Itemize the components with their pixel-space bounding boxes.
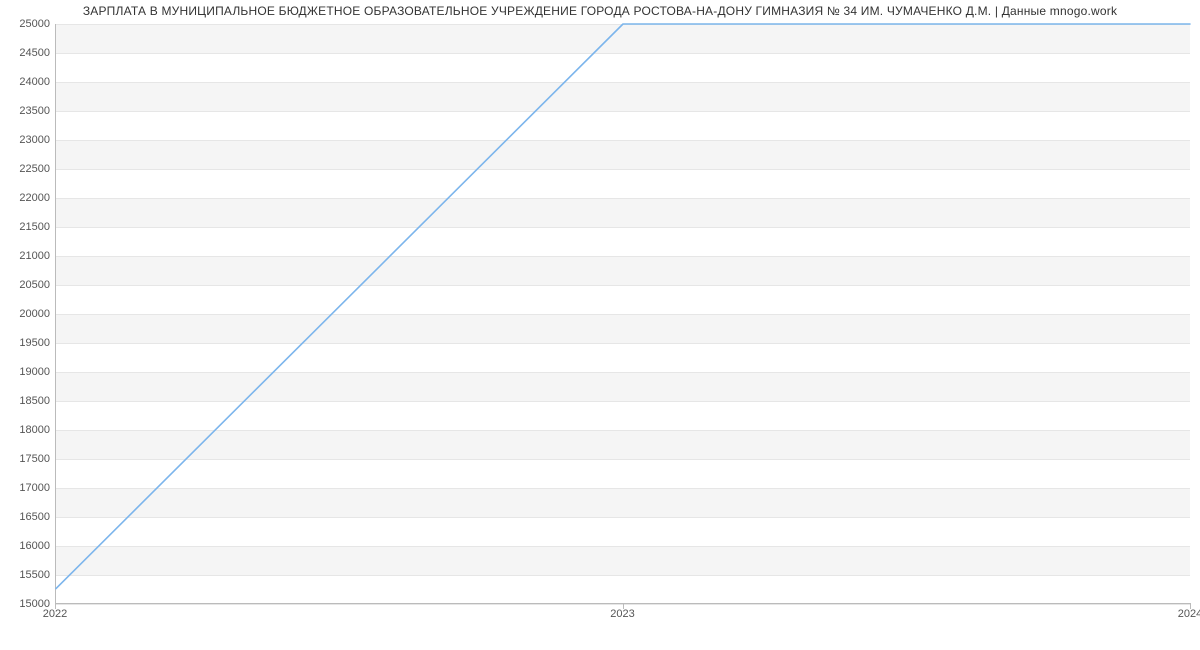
y-tick-label: 16500 bbox=[5, 511, 50, 523]
y-tick-label: 21000 bbox=[5, 250, 50, 262]
y-tick-label: 25000 bbox=[5, 18, 50, 30]
y-tick-label: 15500 bbox=[5, 569, 50, 581]
y-tick-label: 16000 bbox=[5, 540, 50, 552]
x-tick-label: 2023 bbox=[610, 608, 634, 620]
y-tick-label: 22500 bbox=[5, 163, 50, 175]
y-tick-label: 20000 bbox=[5, 308, 50, 320]
x-tick-label: 2024 bbox=[1178, 608, 1200, 620]
y-tick-label: 20500 bbox=[5, 279, 50, 291]
chart-container: ЗАРПЛАТА В МУНИЦИПАЛЬНОЕ БЮДЖЕТНОЕ ОБРАЗ… bbox=[0, 0, 1200, 650]
y-tick-label: 22000 bbox=[5, 192, 50, 204]
y-tick-label: 23500 bbox=[5, 105, 50, 117]
chart-title: ЗАРПЛАТА В МУНИЦИПАЛЬНОЕ БЮДЖЕТНОЕ ОБРАЗ… bbox=[0, 4, 1200, 18]
y-tick-label: 19500 bbox=[5, 337, 50, 349]
y-tick-label: 18500 bbox=[5, 395, 50, 407]
x-tick-label: 2022 bbox=[43, 608, 67, 620]
y-tick-label: 19000 bbox=[5, 366, 50, 378]
plot-area bbox=[55, 24, 1190, 604]
line-series bbox=[56, 24, 1190, 603]
y-tick-label: 18000 bbox=[5, 424, 50, 436]
y-tick-label: 23000 bbox=[5, 134, 50, 146]
y-tick-label: 17000 bbox=[5, 482, 50, 494]
y-tick-label: 24500 bbox=[5, 47, 50, 59]
salary-line bbox=[56, 24, 1190, 589]
y-tick-label: 17500 bbox=[5, 453, 50, 465]
y-tick-label: 21500 bbox=[5, 221, 50, 233]
y-tick-label: 24000 bbox=[5, 76, 50, 88]
